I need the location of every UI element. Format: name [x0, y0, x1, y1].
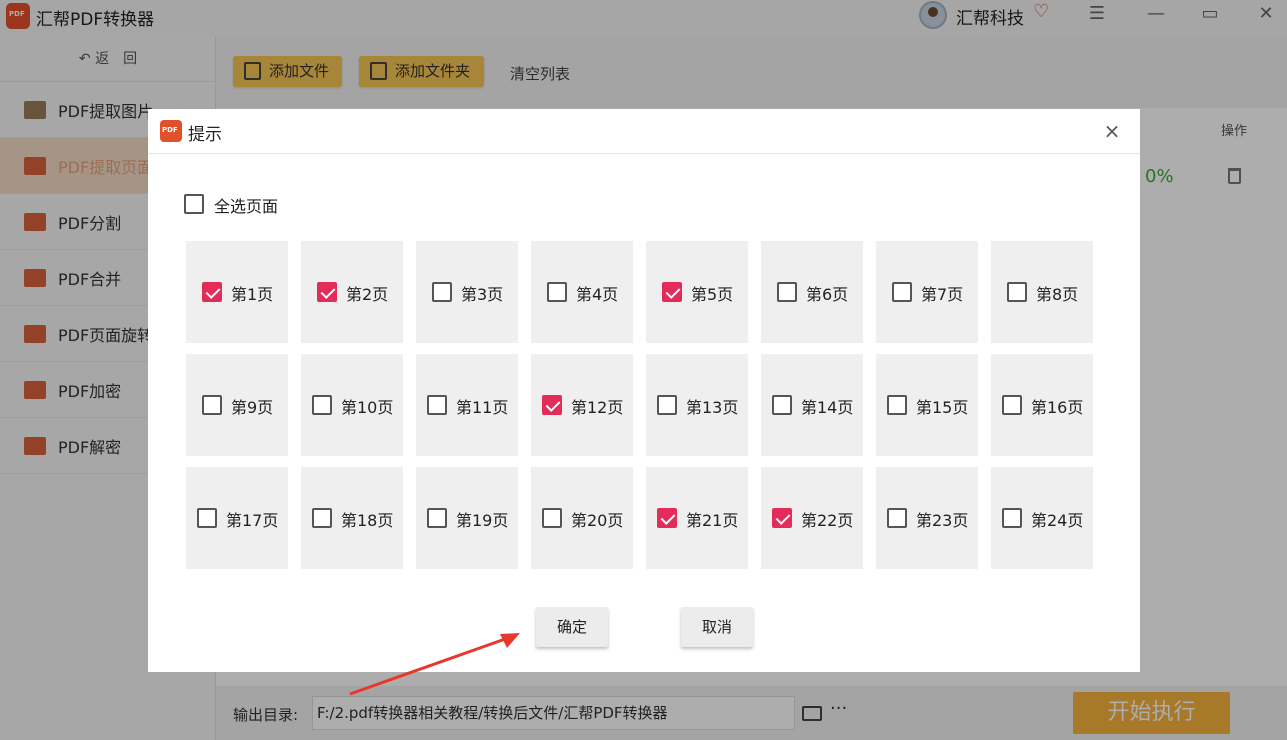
page-label: 第12页 [571, 398, 624, 417]
page-label: 第14页 [801, 398, 854, 417]
page-label: 第21页 [686, 511, 739, 530]
page-label: 第7页 [921, 285, 964, 304]
checkbox-icon [657, 395, 677, 415]
page-checkbox-4[interactable]: 第4页 [531, 241, 633, 343]
page-label: 第19页 [456, 511, 509, 530]
page-label: 第8页 [1036, 285, 1079, 304]
page-checkbox-21[interactable]: 第21页 [646, 467, 748, 569]
page-label: 第1页 [231, 285, 274, 304]
confirm-button[interactable]: 确定 [536, 607, 608, 647]
checkbox-icon [184, 194, 204, 214]
page-label: 第9页 [231, 398, 274, 417]
page-checkbox-16[interactable]: 第16页 [991, 354, 1093, 456]
checkbox-icon [892, 282, 912, 302]
checked-checkbox-icon [542, 395, 562, 415]
checked-checkbox-icon [202, 282, 222, 302]
page-label: 第11页 [456, 398, 509, 417]
page-checkbox-8[interactable]: 第8页 [991, 241, 1093, 343]
page-label: 第24页 [1031, 511, 1084, 530]
checkbox-icon [547, 282, 567, 302]
checked-checkbox-icon [772, 508, 792, 528]
page-checkbox-11[interactable]: 第11页 [416, 354, 518, 456]
page-checkbox-22[interactable]: 第22页 [761, 467, 863, 569]
checkbox-icon [1002, 508, 1022, 528]
page-checkbox-1[interactable]: 第1页 [186, 241, 288, 343]
checkbox-icon [197, 508, 217, 528]
page-label: 第4页 [576, 285, 619, 304]
page-label: 第20页 [571, 511, 624, 530]
page-label: 第2页 [346, 285, 389, 304]
page-checkbox-13[interactable]: 第13页 [646, 354, 748, 456]
page-checkbox-14[interactable]: 第14页 [761, 354, 863, 456]
page-label: 第16页 [1031, 398, 1084, 417]
select-pages-dialog: 提示 × 全选页面 第1页第2页第3页第4页第5页第6页第7页第8页第9页第10… [148, 109, 1140, 672]
page-label: 第17页 [226, 511, 279, 530]
page-checkbox-18[interactable]: 第18页 [301, 467, 403, 569]
checkbox-icon [202, 395, 222, 415]
checked-checkbox-icon [317, 282, 337, 302]
checkbox-icon [1002, 395, 1022, 415]
checkbox-icon [542, 508, 562, 528]
checkbox-icon [312, 508, 332, 528]
checkbox-icon [312, 395, 332, 415]
page-label: 第18页 [341, 511, 394, 530]
checked-checkbox-icon [662, 282, 682, 302]
checkbox-icon [772, 395, 792, 415]
page-checkbox-10[interactable]: 第10页 [301, 354, 403, 456]
page-checkbox-5[interactable]: 第5页 [646, 241, 748, 343]
dialog-title: 提示 [188, 125, 222, 145]
page-checkbox-2[interactable]: 第2页 [301, 241, 403, 343]
page-checkbox-3[interactable]: 第3页 [416, 241, 518, 343]
checkbox-icon [887, 508, 907, 528]
checkbox-icon [432, 282, 452, 302]
checkbox-icon [1007, 282, 1027, 302]
pdf-logo-icon [160, 120, 182, 142]
checkbox-icon [777, 282, 797, 302]
checkbox-icon [427, 508, 447, 528]
dialog-close-icon[interactable]: × [1100, 119, 1124, 143]
page-checkbox-19[interactable]: 第19页 [416, 467, 518, 569]
page-label: 第6页 [806, 285, 849, 304]
page-label: 第5页 [691, 285, 734, 304]
page-label: 第22页 [801, 511, 854, 530]
page-checkbox-17[interactable]: 第17页 [186, 467, 288, 569]
page-checkbox-9[interactable]: 第9页 [186, 354, 288, 456]
page-label: 第15页 [916, 398, 969, 417]
page-checkbox-23[interactable]: 第23页 [876, 467, 978, 569]
checked-checkbox-icon [657, 508, 677, 528]
page-checkbox-15[interactable]: 第15页 [876, 354, 978, 456]
page-checkbox-24[interactable]: 第24页 [991, 467, 1093, 569]
dialog-header: 提示 × [148, 109, 1140, 154]
checkbox-icon [427, 395, 447, 415]
page-label: 第3页 [461, 285, 504, 304]
page-checkbox-12[interactable]: 第12页 [531, 354, 633, 456]
page-label: 第23页 [916, 511, 969, 530]
page-checkbox-7[interactable]: 第7页 [876, 241, 978, 343]
page-grid: 第1页 第2页 第3页 第4页 第5页 第6页 第7页 第8页 第9页 第10页 第11页 第12页第… [186, 241, 1094, 569]
page-label: 第13页 [686, 398, 739, 417]
page-checkbox-20[interactable]: 第20页 [531, 467, 633, 569]
cancel-button[interactable]: 取消 [681, 607, 753, 647]
checkbox-icon [887, 395, 907, 415]
page-label: 第10页 [341, 398, 394, 417]
page-checkbox-6[interactable]: 第6页 [761, 241, 863, 343]
